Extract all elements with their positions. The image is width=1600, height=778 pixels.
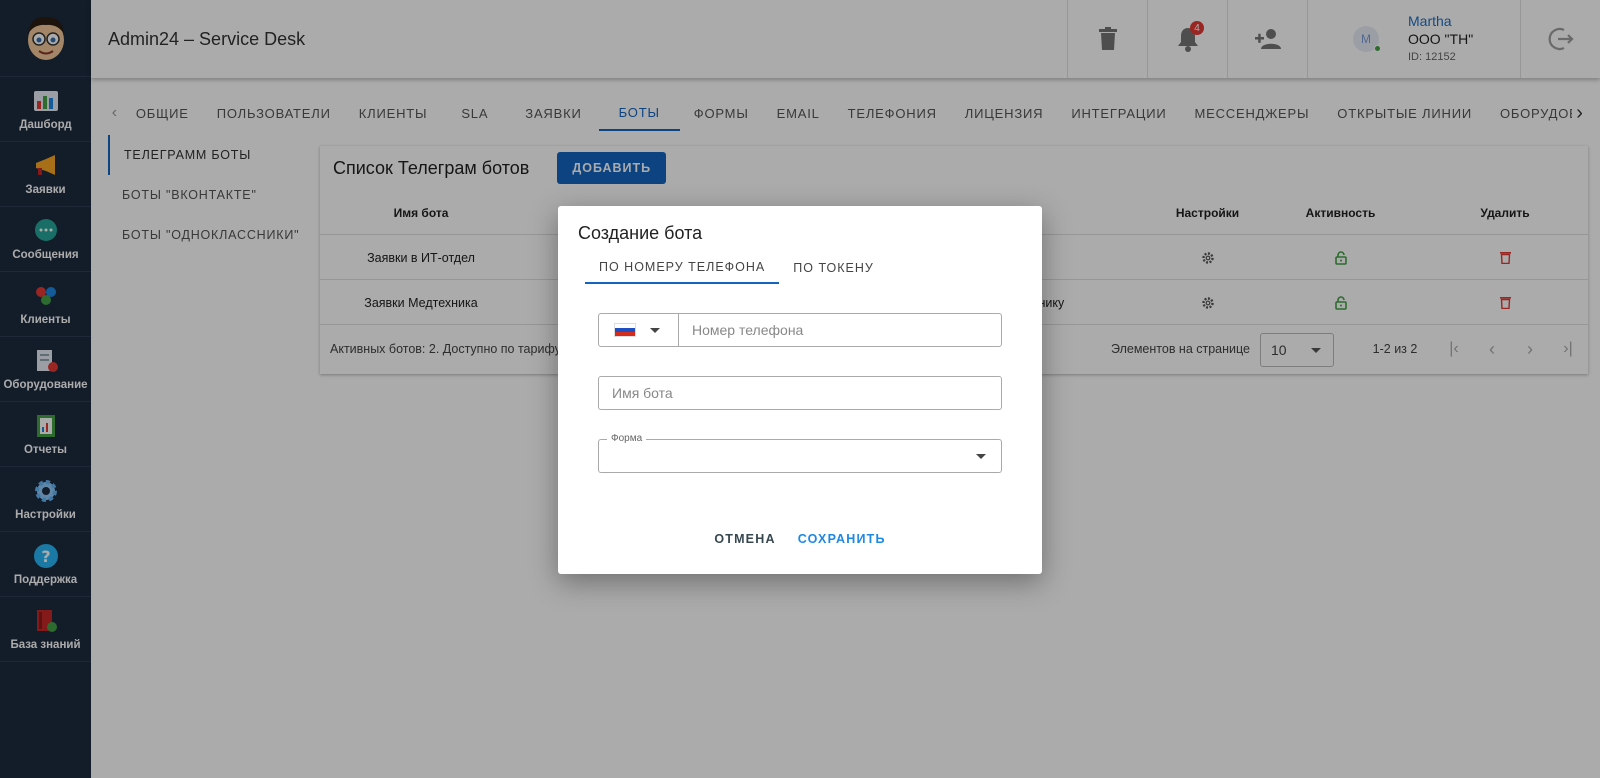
dialog-actions: ОТМЕНА СОХРАНИТЬ	[558, 532, 1042, 546]
phone-field: Номер телефона	[598, 313, 1002, 347]
phone-input[interactable]: Номер телефона	[692, 322, 803, 338]
dialog-title: Создание бота	[578, 223, 703, 243]
form-select-label: Форма	[607, 433, 647, 444]
bot-name-placeholder: Имя бота	[612, 385, 673, 401]
cancel-button[interactable]: ОТМЕНА	[714, 532, 775, 546]
create-bot-dialog: Создание бота ПО НОМЕРУ ТЕЛЕФОНА ПО ТОКЕ…	[558, 206, 1042, 574]
country-select[interactable]	[599, 314, 679, 346]
dialog-tabs: ПО НОМЕРУ ТЕЛЕФОНА ПО ТОКЕНУ	[585, 252, 888, 284]
form-select[interactable]: Форма	[598, 433, 1002, 473]
tab-by-token[interactable]: ПО ТОКЕНУ	[779, 252, 888, 284]
save-button[interactable]: СОХРАНИТЬ	[798, 532, 886, 546]
bot-name-input[interactable]: Имя бота	[598, 376, 1002, 410]
tab-by-phone[interactable]: ПО НОМЕРУ ТЕЛЕФОНА	[585, 252, 780, 284]
chevron-down-icon	[976, 454, 986, 459]
chevron-down-icon	[650, 327, 660, 333]
russia-flag-icon	[614, 323, 636, 337]
